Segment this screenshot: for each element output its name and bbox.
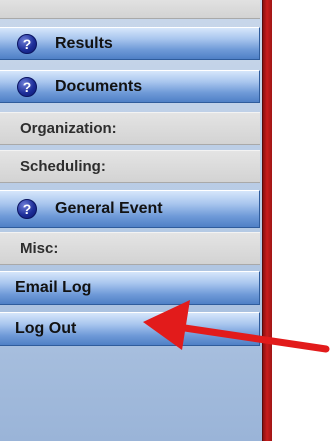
sidebar-item-label: Email Log bbox=[15, 279, 92, 296]
sidebar-item-label: Documents bbox=[55, 77, 143, 95]
question-mark-icon[interactable]: ? bbox=[17, 33, 37, 54]
section-header-misc: Misc: bbox=[0, 232, 260, 265]
question-mark-icon[interactable]: ? bbox=[17, 76, 37, 97]
sidebar-item-documents[interactable]: ? Documents bbox=[0, 70, 260, 103]
section-header-scheduling: Scheduling: bbox=[0, 150, 260, 183]
sidebar-item-results[interactable]: ? Results bbox=[0, 27, 260, 60]
section-header-label: Scheduling: bbox=[20, 158, 106, 175]
log-out-button[interactable]: Log Out bbox=[0, 312, 260, 346]
section-header-label: Misc: bbox=[20, 240, 59, 257]
sidebar-top-strip bbox=[0, 0, 260, 19]
question-mark-icon[interactable]: ? bbox=[17, 199, 37, 219]
sidebar-item-label: Results bbox=[55, 34, 113, 52]
red-divider-bar bbox=[262, 0, 272, 441]
sidebar-item-email-log[interactable]: Email Log bbox=[0, 271, 260, 305]
sidebar: ? Results ? Documents Organization: Sche… bbox=[0, 0, 262, 441]
section-header-label: Organization: bbox=[20, 120, 117, 137]
sidebar-item-general-event[interactable]: ? General Event bbox=[0, 190, 260, 228]
section-header-organization: Organization: bbox=[0, 112, 260, 145]
sidebar-item-label: Log Out bbox=[15, 320, 77, 337]
sidebar-item-label: General Event bbox=[55, 200, 163, 217]
